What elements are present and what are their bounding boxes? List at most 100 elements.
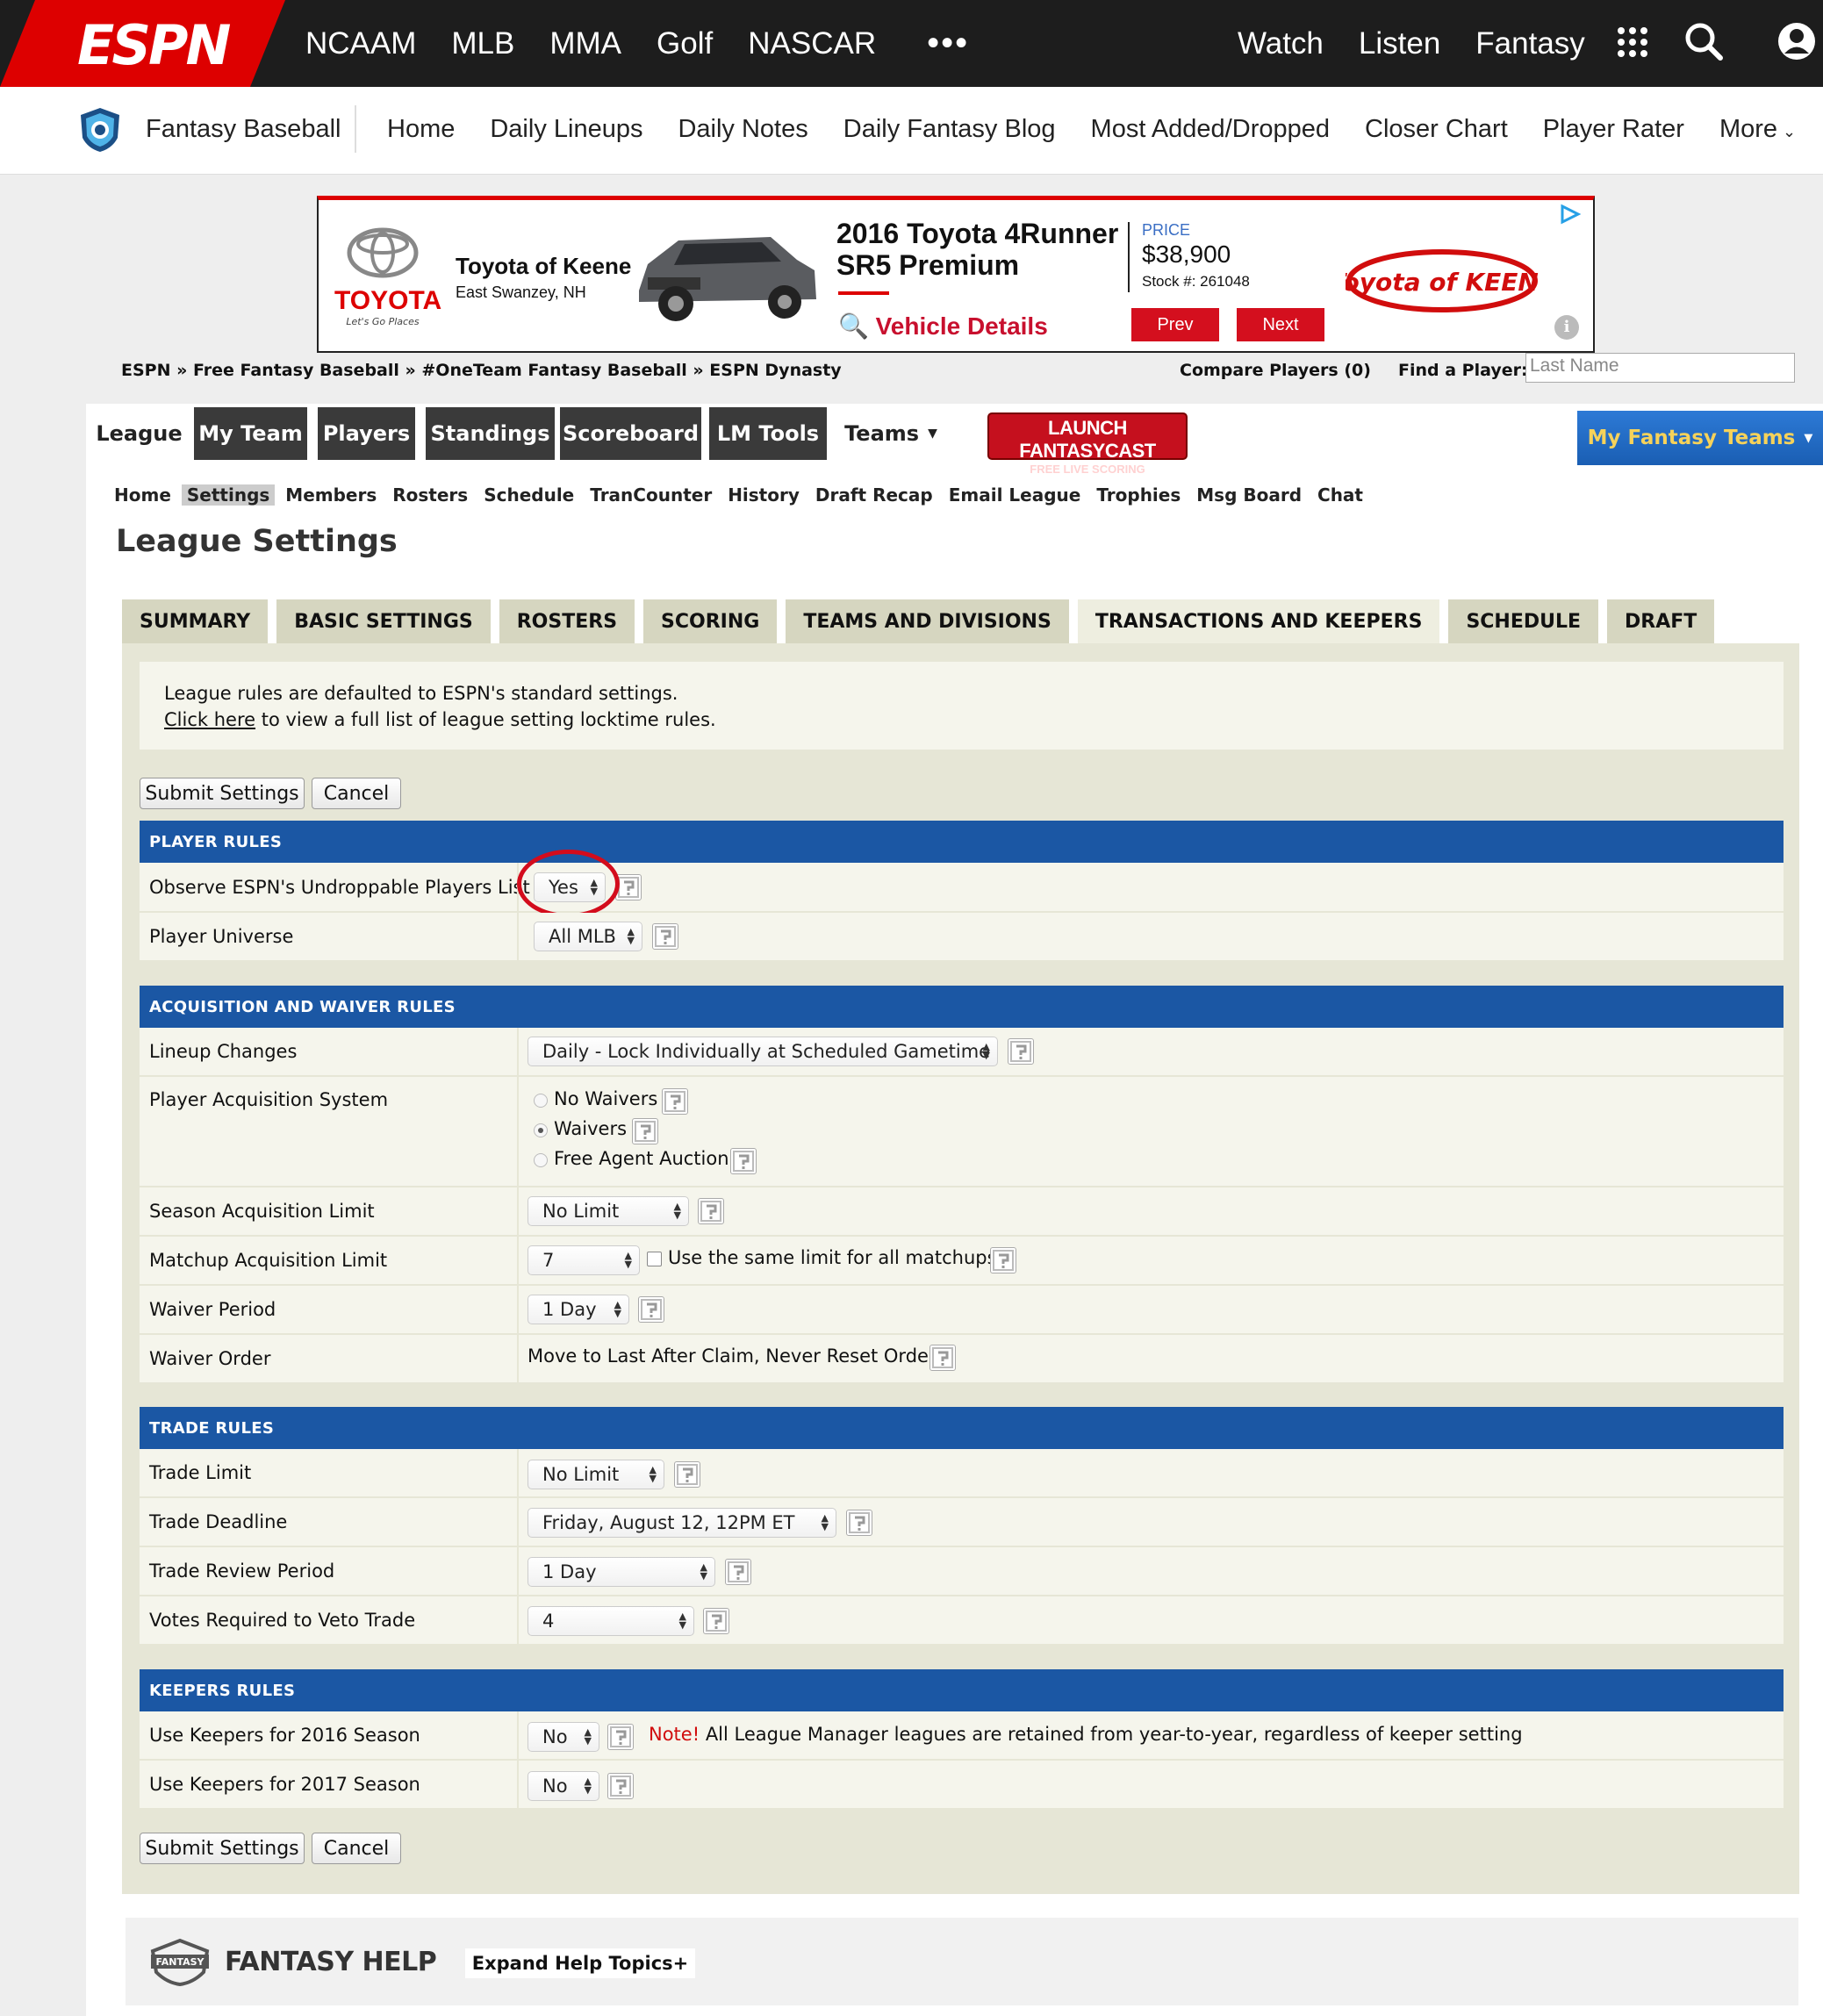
espn-logo[interactable]: ESPN	[0, 0, 285, 87]
trade-review-select[interactable]: 1 Day ▲ ▼	[528, 1557, 715, 1587]
user-icon[interactable]	[1776, 21, 1817, 61]
help-icon[interactable]	[662, 1088, 688, 1115]
subtab-history[interactable]: History	[728, 484, 800, 506]
my-fantasy-teams-dropdown[interactable]: My Fantasy Teams ▼	[1577, 411, 1823, 465]
subnav-most-added-dropped[interactable]: Most Added/Dropped	[1091, 115, 1330, 144]
find-player-input[interactable]: Last Name	[1525, 353, 1795, 383]
subnav-daily-fantasy-blog[interactable]: Daily Fantasy Blog	[843, 115, 1056, 144]
search-icon[interactable]	[1683, 21, 1724, 61]
tab-scoreboard[interactable]: Scoreboard	[560, 407, 701, 460]
subnav-home[interactable]: Home	[387, 115, 455, 144]
nav-mlb[interactable]: MLB	[451, 26, 514, 61]
nav-fantasy[interactable]: Fantasy	[1475, 26, 1585, 61]
subnav-closer-chart[interactable]: Closer Chart	[1365, 115, 1508, 144]
expand-help-topics-button[interactable]: Expand Help Topics+	[465, 1948, 695, 1978]
subtab-chat[interactable]: Chat	[1317, 484, 1363, 506]
subtab-trancounter[interactable]: TranCounter	[590, 484, 712, 506]
tab-players[interactable]: Players	[318, 407, 415, 460]
cancel-button-bottom[interactable]: Cancel	[312, 1833, 401, 1864]
nav-golf[interactable]: Golf	[657, 26, 713, 61]
waiver-period-select[interactable]: 1 Day ▲ ▼	[528, 1295, 629, 1324]
cancel-button-top[interactable]: Cancel	[312, 778, 401, 809]
adchoices-icon[interactable]	[1559, 204, 1582, 225]
help-icon[interactable]	[674, 1461, 700, 1488]
submit-settings-button-top[interactable]: Submit Settings	[140, 778, 305, 809]
section-keepers-header: KEEPERS RULES	[140, 1669, 1784, 1711]
help-icon[interactable]	[638, 1296, 664, 1323]
settings-tab-draft[interactable]: DRAFT	[1607, 599, 1715, 644]
help-icon[interactable]	[652, 923, 678, 950]
breadcrumb[interactable]: ESPN » Free Fantasy Baseball » #OneTeam …	[121, 361, 842, 380]
help-icon[interactable]	[607, 1724, 634, 1750]
subtab-members[interactable]: Members	[285, 484, 377, 506]
nav-more-dots[interactable]: •••	[927, 24, 969, 63]
lineup-changes-select[interactable]: Daily - Lock Individually at Scheduled G…	[528, 1037, 998, 1066]
ad-prev-button[interactable]: Prev	[1131, 308, 1219, 341]
help-icon[interactable]	[990, 1247, 1016, 1273]
subnav-more[interactable]: More ⌄	[1719, 115, 1796, 144]
ad-next-button[interactable]: Next	[1237, 308, 1324, 341]
help-icon[interactable]	[730, 1148, 757, 1174]
tab-teams[interactable]: Teams ▼	[834, 407, 948, 460]
tab-standings[interactable]: Standings	[426, 407, 555, 460]
settings-tab-scoring[interactable]: SCORING	[643, 599, 778, 644]
compare-players-link[interactable]: Compare Players (0)	[1180, 361, 1371, 380]
settings-tab-transactions-keepers[interactable]: TRANSACTIONS AND KEEPERS	[1077, 599, 1440, 644]
submit-settings-button-bottom[interactable]: Submit Settings	[140, 1833, 305, 1864]
same-limit-checkbox[interactable]	[647, 1252, 662, 1266]
trade-deadline-select[interactable]: Friday, August 12, 12PM ET ▲ ▼	[528, 1508, 836, 1538]
subtab-schedule[interactable]: Schedule	[484, 484, 574, 506]
subnav-daily-notes[interactable]: Daily Notes	[678, 115, 807, 144]
subnav-player-rater[interactable]: Player Rater	[1543, 115, 1684, 144]
subtab-home[interactable]: Home	[114, 484, 171, 506]
veto-votes-select[interactable]: 4 ▲ ▼	[528, 1606, 694, 1636]
season-limit-select[interactable]: No Limit ▲ ▼	[528, 1196, 689, 1226]
help-icon[interactable]	[1008, 1038, 1034, 1065]
radio-free-agent-auction[interactable]	[534, 1153, 548, 1167]
subtab-trophies[interactable]: Trophies	[1096, 484, 1181, 506]
subtab-msg-board[interactable]: Msg Board	[1196, 484, 1302, 506]
nav-nascar[interactable]: NASCAR	[748, 26, 876, 61]
trade-limit-select[interactable]: No Limit ▲ ▼	[528, 1460, 664, 1489]
help-icon[interactable]	[698, 1198, 724, 1224]
vehicle-details-link[interactable]: 🔍 Vehicle Details	[838, 312, 1048, 341]
select-arrows-icon: ▲ ▼	[649, 1464, 657, 1484]
nav-watch[interactable]: Watch	[1238, 26, 1324, 61]
fantasy-baseball-title[interactable]: Fantasy Baseball	[146, 115, 341, 144]
help-icon[interactable]	[846, 1510, 872, 1536]
subtab-rosters[interactable]: Rosters	[392, 484, 468, 506]
settings-tab-summary[interactable]: SUMMARY	[122, 599, 269, 644]
click-here-link[interactable]: Click here	[164, 709, 255, 730]
subtab-email-league[interactable]: Email League	[949, 484, 1081, 506]
player-universe-select[interactable]: All MLB ▲ ▼	[534, 922, 642, 951]
settings-tab-basic[interactable]: BASIC SETTINGS	[276, 599, 491, 644]
help-icon[interactable]	[929, 1345, 956, 1371]
subtab-settings[interactable]: Settings	[181, 484, 276, 506]
settings-tab-teams-divisions[interactable]: TEAMS AND DIVISIONS	[786, 599, 1069, 644]
tab-lm-tools[interactable]: LM Tools	[709, 407, 827, 460]
radio-no-waivers[interactable]	[534, 1094, 548, 1108]
ad-info-icon[interactable]: i	[1554, 315, 1579, 340]
help-icon[interactable]	[607, 1773, 634, 1799]
help-icon[interactable]	[703, 1608, 729, 1634]
subnav-daily-lineups[interactable]: Daily Lineups	[490, 115, 642, 144]
radio-waivers[interactable]	[534, 1123, 548, 1137]
help-icon[interactable]	[725, 1559, 751, 1585]
nav-mma[interactable]: MMA	[549, 26, 621, 61]
keepers-2017-select[interactable]: No ▲ ▼	[528, 1771, 599, 1801]
help-icon[interactable]	[632, 1118, 658, 1144]
tab-league[interactable]: League	[86, 407, 192, 460]
nav-ncaam[interactable]: NCAAM	[305, 26, 416, 61]
apps-grid-icon[interactable]	[1618, 27, 1647, 57]
settings-tab-schedule[interactable]: SCHEDULE	[1448, 599, 1599, 644]
subtab-draft-recap[interactable]: Draft Recap	[815, 484, 933, 506]
tab-my-team[interactable]: My Team	[194, 407, 307, 460]
settings-tab-rosters[interactable]: ROSTERS	[499, 599, 635, 644]
keepers-2016-select[interactable]: No ▲ ▼	[528, 1722, 599, 1752]
keepers-2017-label: Use Keepers for 2017 Season	[149, 1774, 420, 1795]
fantasy-shield-icon[interactable]	[77, 106, 123, 154]
matchup-limit-select[interactable]: 7 ▲ ▼	[528, 1245, 640, 1275]
nav-listen[interactable]: Listen	[1359, 26, 1440, 61]
toyota-ad-banner[interactable]: TOYOTA Let's Go Places Toyota of Keene E…	[317, 196, 1595, 353]
launch-fantasycast-button[interactable]: LAUNCH FANTASYCAST FREE LIVE SCORING	[987, 413, 1188, 476]
